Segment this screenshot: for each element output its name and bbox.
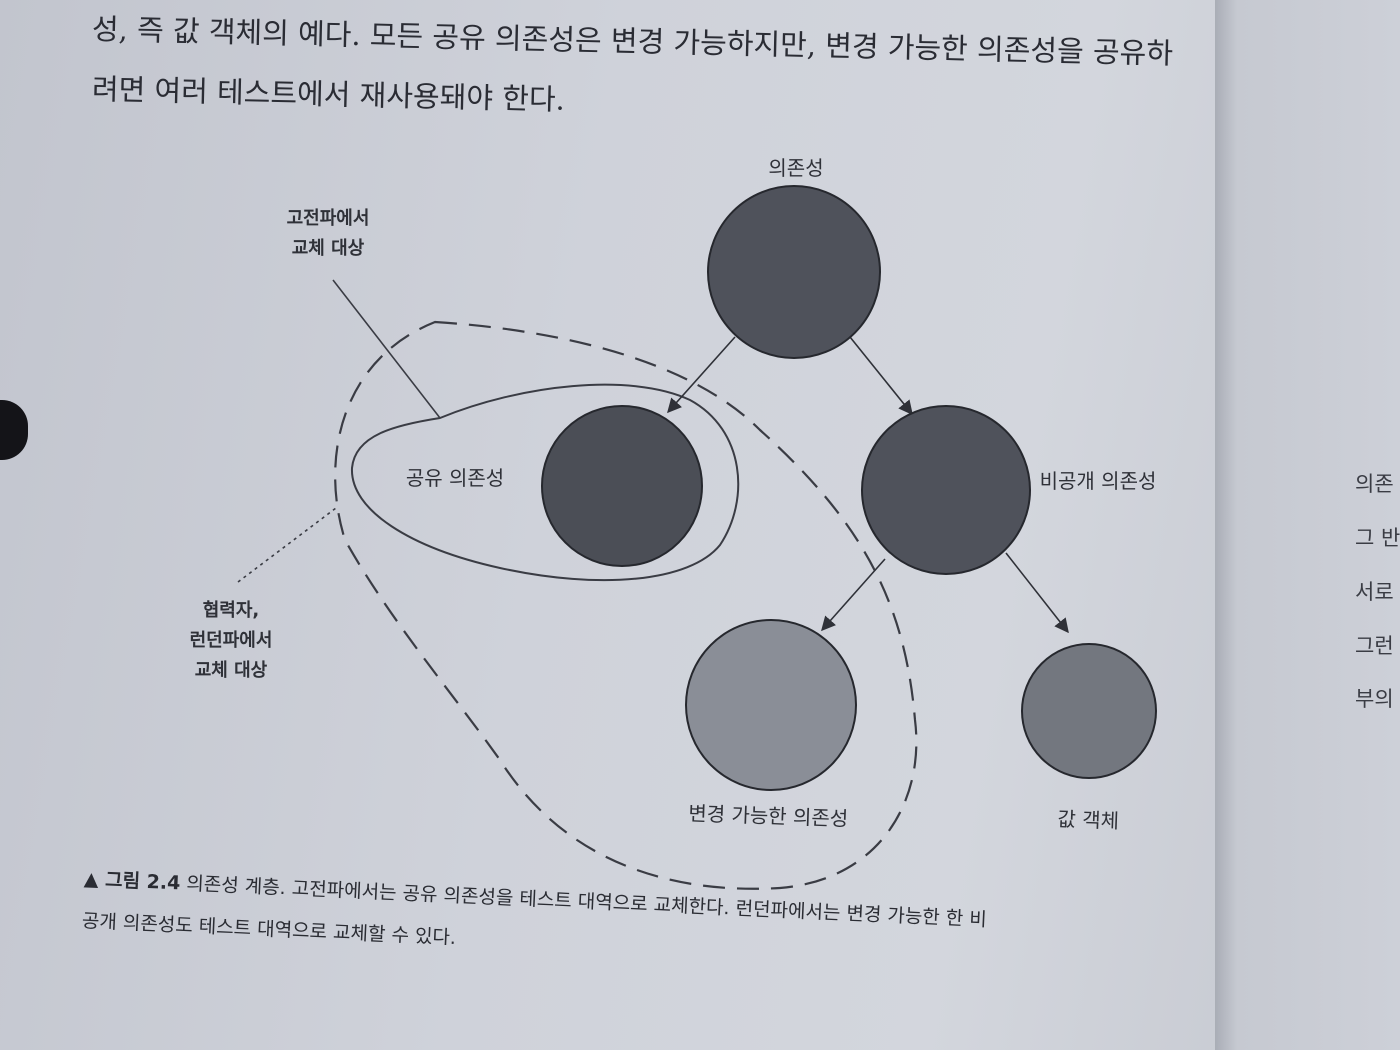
london-annotation-line1: 협력자,	[203, 599, 260, 621]
shared-dependency-label: 공유 의존성	[406, 466, 504, 490]
arrow-private-to-mutable	[821, 558, 886, 632]
mutable-dependency-label: 변경 가능한 의존성	[688, 801, 849, 831]
arrow-private-to-value	[1005, 552, 1069, 634]
book-page: 의존 그 반 서로 그런 부의 성, 즉 값 객체의 예다. 모든 공유 의존성…	[0, 0, 1400, 1050]
dependency-label: 의존성	[768, 156, 823, 180]
shared-dependency-node	[541, 405, 703, 567]
mutable-dependency-node	[685, 619, 857, 791]
london-annotation-line2: 런던파에서	[190, 630, 273, 651]
value-object-node	[1021, 643, 1157, 779]
classical-leader-line	[332, 279, 441, 419]
classical-annotation-line1: 고전파에서	[287, 208, 370, 229]
private-dependency-node	[861, 405, 1031, 575]
figure-caption-label: ▲ 그림 2.4	[83, 868, 181, 895]
classical-annotation-line2: 교체 대상	[292, 238, 365, 259]
arrow-root-to-private	[849, 336, 913, 416]
london-leader-line	[237, 507, 337, 583]
private-dependency-label: 비공개 의존성	[1040, 469, 1157, 493]
london-annotation-line3: 교체 대상	[195, 660, 268, 681]
value-object-label: 값 객체	[1057, 807, 1119, 833]
dependency-node	[707, 185, 881, 359]
